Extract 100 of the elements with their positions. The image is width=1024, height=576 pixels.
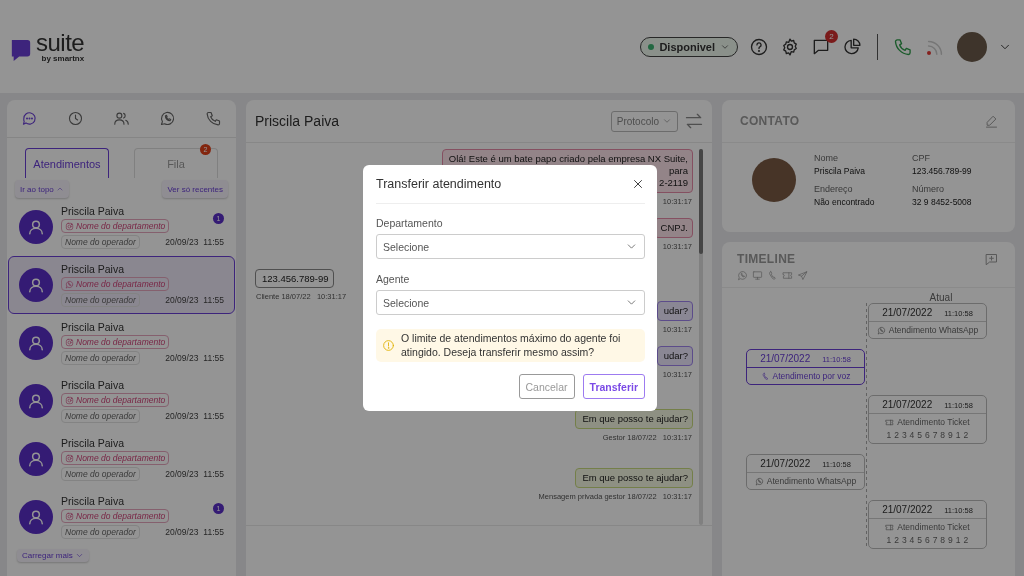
avatar[interactable] [957,31,987,62]
operator-tag: Nome do operador [61,409,140,423]
cancel-button[interactable]: Cancelar [518,374,575,400]
close-button[interactable] [631,177,645,191]
chat-title: Priscila Paiva [255,113,341,129]
camera-icon [65,395,74,405]
event-date: 21/07/2022 [882,504,933,515]
message-text: udar? [663,305,688,318]
scroll-top-button[interactable]: Ir ao topo [15,180,69,198]
operator-tag: Nome do operador [61,351,140,365]
people-icon[interactable] [113,110,130,127]
photo-placeholder [752,158,796,202]
field-label: Agente [376,273,411,285]
ticket-number: 1 2 3 4 5 6 7 8 9 1 2 [885,535,970,547]
conversation-item[interactable]: Priscila Paiva Nome do departamento Nome do operador 20/09/23 11:55 [8,314,235,372]
department-tag: Nome do departamento [61,509,170,523]
department-tag: Nome do departamento [61,335,170,349]
operator-tag: Nome do operador [61,293,140,307]
confirm-button[interactable]: Transferir [582,374,645,400]
add-note-icon[interactable] [984,252,999,267]
tab[interactable]: Atendimentos [25,148,109,178]
camera-icon [65,221,74,231]
notification-badge: 2 [825,29,838,43]
settings-icon[interactable] [780,36,800,57]
message-text: Em que posso te ajudar? [582,472,688,484]
send-icon[interactable] [797,270,808,281]
time-text: 11:55 [203,237,224,247]
recent-filter-button[interactable]: Ver só recentes [162,180,228,198]
dialog-title: Transferir atendimento [376,177,502,191]
date-text: 20/09/23 [165,469,199,479]
ticket-icon [885,522,895,532]
time-text: 11:55 [203,295,224,305]
clock-icon[interactable] [67,110,85,127]
department-tag: Nome do departamento [61,277,170,291]
phone-bubble-icon[interactable] [158,110,176,127]
caret-icon [662,116,672,126]
time-text: 11:55 [203,411,224,421]
section-title: CONTATO [740,114,800,128]
contact-name: Priscila Paiva [61,495,126,507]
chevron-up-icon [55,185,64,193]
ticket-number: 1 2 3 4 5 6 7 8 9 1 2 [885,430,970,442]
edit-icon[interactable] [984,113,999,129]
message-text: CNPJ. [660,221,688,234]
user-icon [26,275,46,295]
camera-icon [65,453,74,463]
contact-name: Priscila Paiva [61,379,126,391]
conversation-item[interactable]: Priscila Paiva Nome do departamento Nome do operador 20/09/23 11:55 [8,256,235,314]
status-dropdown[interactable]: Disponivel [640,36,738,57]
date-text: 20/09/23 [165,527,199,537]
event-label: Atendimento WhatsApp [766,476,857,486]
user-icon [26,391,46,411]
date-text: 20/09/23 [165,353,199,363]
chevron-down-icon [74,551,84,560]
camera-icon [65,511,74,521]
event-date: 21/07/2022 [760,353,811,364]
section-title: TIMELINE [737,252,796,267]
conversation-item[interactable]: Priscila Paiva Nome do departamento Nome do operador 20/09/23 11:55 [8,372,235,430]
camera-icon [65,337,74,347]
contact-name: Priscila Paiva [61,437,126,449]
chat-bubble-icon[interactable] [21,110,39,127]
brand-tagline: by smartnx [41,54,85,63]
phone-bubble-icon [65,279,74,289]
operator-tag: Nome do operador [61,235,140,249]
user-icon [26,333,46,353]
contact-name: Priscila Paiva [61,263,126,275]
ticket-icon [885,417,895,427]
conversation-item[interactable]: Priscila Paiva Nome do departamento Nome do operador 20/09/23 11:55 [8,430,235,488]
message-text: 2-2119 [659,176,688,189]
field-value: Priscila Paiva [814,166,867,176]
user-icon [26,217,46,237]
operator-tag: Nome do operador [61,467,140,481]
field-label: Departamento [376,217,444,229]
user-icon [26,449,46,469]
field-label: Endereço [814,184,854,194]
warning-icon [382,339,395,353]
select-field[interactable]: Selecione [376,290,645,315]
field-label: CPF [912,153,931,163]
department-tag: Nome do departamento [61,393,170,407]
message-text: 123.456.789-99 [262,272,329,285]
date-text: 20/09/23 [165,295,199,305]
phone-icon[interactable] [204,110,222,127]
event-date: 21/07/2022 [760,458,811,469]
event-label: Atendimento WhatsApp [888,325,979,335]
transfer-icon[interactable] [684,111,704,131]
status-dot [648,43,655,50]
message-text: udar? [663,350,688,363]
warning-text: O limite de atendimentos máximo do agente foi atingido. Deseja transferir mesmo assim? [401,332,622,360]
pie-chart-icon[interactable] [842,36,862,57]
select-field[interactable]: Selecione [376,234,645,259]
help-icon[interactable] [749,36,769,57]
contact-name: Priscila Paiva [61,321,126,333]
event-label: Atendimento Ticket [897,417,970,427]
field-label: Número [912,184,945,194]
message-text: Olá! Este é um bate papo criado pela empresa NX Suite, [448,153,688,165]
phone-bubble-icon [876,325,886,335]
field-label: Nome [814,153,839,163]
phone-icon[interactable] [893,36,913,57]
load-more-button[interactable]: Carregar mais [17,549,89,562]
message-text: para [669,164,688,177]
phone-bubble-icon [754,476,764,486]
